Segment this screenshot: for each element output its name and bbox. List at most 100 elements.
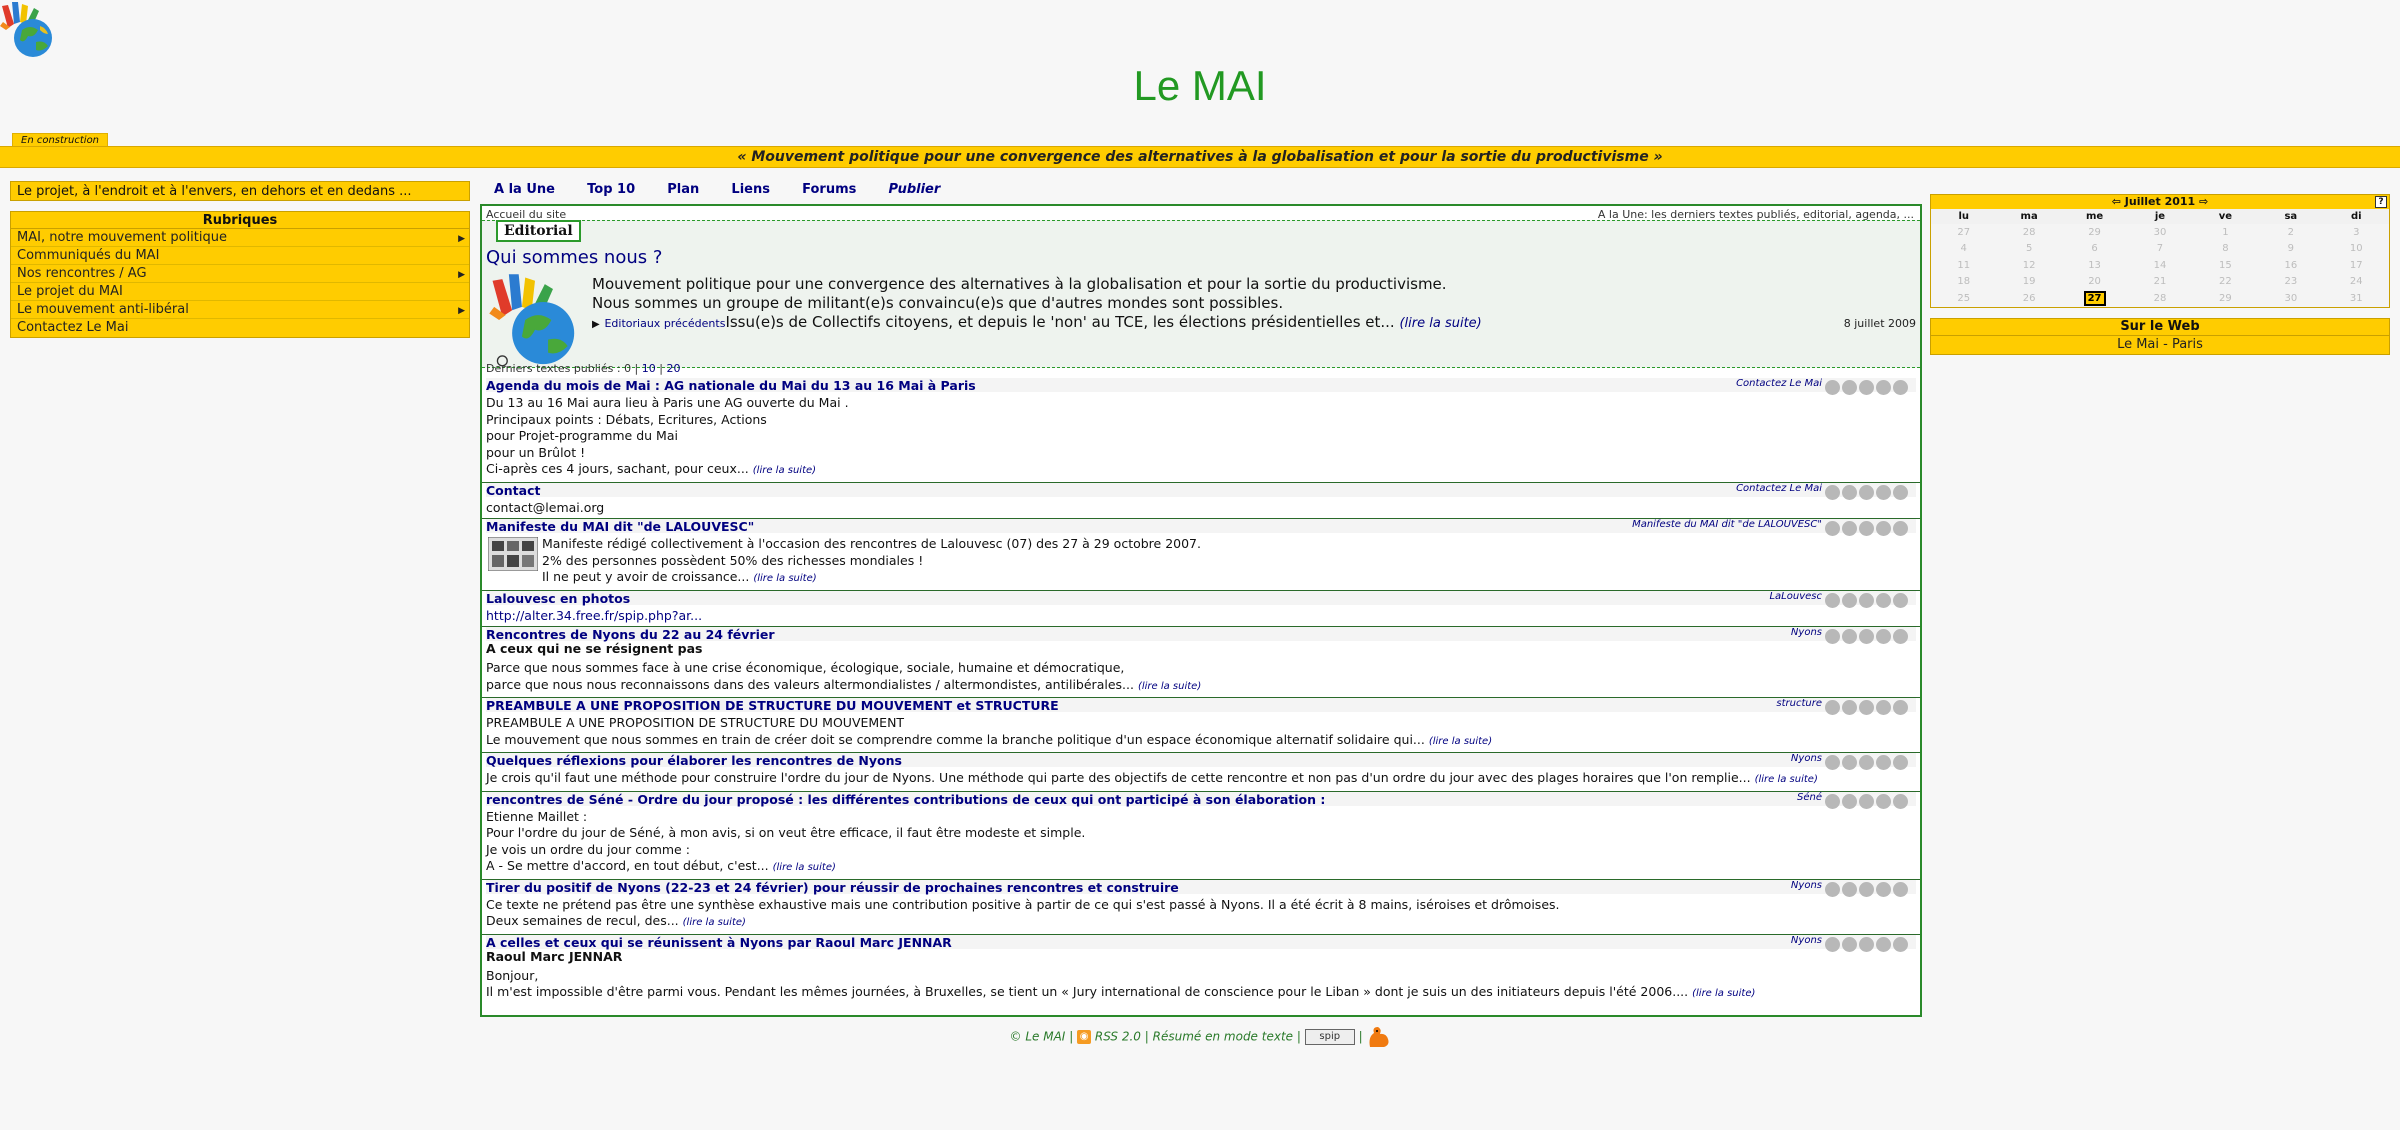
read-more-link[interactable]: (lire la suite) bbox=[1138, 681, 1201, 692]
read-more-link[interactable]: (lire la suite) bbox=[753, 573, 816, 584]
article-rubrique-link[interactable]: Contactez Le Mai bbox=[1736, 378, 1822, 389]
article-title-link[interactable]: Lalouvesc en photos bbox=[486, 591, 630, 606]
nav-a-la-une[interactable]: A la Une bbox=[494, 182, 555, 197]
article-rubrique-link[interactable]: LaLouvesc bbox=[1769, 591, 1822, 602]
help-icon[interactable]: ? bbox=[2375, 196, 2387, 208]
star-icon[interactable] bbox=[1842, 521, 1857, 536]
star-icon[interactable] bbox=[1859, 936, 1874, 952]
article-title-link[interactable]: Quelques réflexions pour élaborer les re… bbox=[486, 753, 902, 768]
star-icon[interactable] bbox=[1842, 700, 1857, 715]
article-title-link[interactable]: Contact bbox=[486, 483, 540, 498]
read-more-link[interactable]: (lire la suite) bbox=[1755, 774, 1818, 785]
rubrique-item-communiques[interactable]: Communiqués du MAI bbox=[11, 247, 469, 265]
article-rubrique-link[interactable]: Manifeste du MAI dit "de LALOUVESC" bbox=[1632, 519, 1822, 530]
footer-resume-link[interactable]: Résumé en mode texte bbox=[1153, 1030, 1293, 1044]
star-icon[interactable] bbox=[1876, 484, 1891, 500]
star-icon[interactable] bbox=[1893, 936, 1908, 952]
nav-top-10[interactable]: Top 10 bbox=[587, 182, 635, 197]
star-icon[interactable] bbox=[1825, 700, 1840, 715]
star-icon[interactable] bbox=[1893, 521, 1908, 536]
star-icon[interactable] bbox=[1842, 629, 1857, 644]
star-icon[interactable] bbox=[1825, 380, 1840, 395]
derniers-10-link[interactable]: 10 bbox=[642, 362, 656, 375]
star-icon[interactable] bbox=[1825, 793, 1840, 809]
editoriaux-precedents-link[interactable]: Editoriaux précédents bbox=[604, 317, 725, 330]
star-icon[interactable] bbox=[1893, 700, 1908, 715]
article-rubrique-link[interactable]: structure bbox=[1776, 698, 1822, 709]
star-icon[interactable] bbox=[1876, 629, 1891, 644]
star-icon[interactable] bbox=[1893, 755, 1908, 770]
rating-stars[interactable] bbox=[1823, 380, 1908, 399]
star-icon[interactable] bbox=[1876, 936, 1891, 952]
rubrique-item-contact[interactable]: Contactez Le Mai bbox=[11, 319, 469, 337]
star-icon[interactable] bbox=[1842, 881, 1857, 897]
star-icon[interactable] bbox=[1876, 881, 1891, 897]
star-icon[interactable] bbox=[1893, 592, 1908, 608]
star-icon[interactable] bbox=[1825, 881, 1840, 897]
nav-forums[interactable]: Forums bbox=[802, 182, 856, 197]
star-icon[interactable] bbox=[1859, 793, 1874, 809]
star-icon[interactable] bbox=[1876, 755, 1891, 770]
nav-plan[interactable]: Plan bbox=[667, 182, 699, 197]
rubrique-item-projet[interactable]: Le projet du MAI bbox=[11, 283, 469, 301]
web-link-le-mai-paris[interactable]: Le Mai - Paris bbox=[1931, 336, 2389, 354]
article-rubrique-link[interactable]: Nyons bbox=[1791, 935, 1822, 946]
projet-link[interactable]: Le projet, à l'endroit et à l'envers, en… bbox=[10, 181, 470, 201]
today-marker[interactable]: 27 bbox=[2083, 291, 2106, 306]
star-icon[interactable] bbox=[1893, 629, 1908, 644]
rubrique-item-rencontres[interactable]: Nos rencontres / AG ▶ bbox=[11, 265, 469, 283]
star-icon[interactable] bbox=[1876, 793, 1891, 809]
arrow-left-icon[interactable]: ⇦ bbox=[2112, 195, 2121, 208]
arrow-right-icon[interactable]: ⇨ bbox=[2199, 195, 2208, 208]
star-icon[interactable] bbox=[1842, 793, 1857, 809]
rating-stars[interactable] bbox=[1823, 793, 1908, 813]
star-icon[interactable] bbox=[1893, 380, 1908, 395]
star-icon[interactable] bbox=[1825, 936, 1840, 952]
article-rubrique-link[interactable]: Nyons bbox=[1791, 627, 1822, 638]
read-more-link[interactable]: (lire la suite) bbox=[683, 917, 746, 928]
editorial-title[interactable]: Qui sommes nous ? bbox=[486, 247, 662, 268]
rating-stars[interactable] bbox=[1823, 521, 1908, 540]
star-icon[interactable] bbox=[1842, 380, 1857, 395]
rating-stars[interactable] bbox=[1823, 881, 1908, 901]
star-icon[interactable] bbox=[1876, 700, 1891, 715]
star-icon[interactable] bbox=[1859, 592, 1874, 608]
article-title-link[interactable]: Tirer du positif de Nyons (22-23 et 24 f… bbox=[486, 880, 1179, 895]
star-icon[interactable] bbox=[1842, 755, 1857, 770]
star-icon[interactable] bbox=[1859, 700, 1874, 715]
star-icon[interactable] bbox=[1842, 592, 1857, 608]
article-rubrique-link[interactable]: Contactez Le Mai bbox=[1736, 483, 1822, 494]
star-icon[interactable] bbox=[1859, 755, 1874, 770]
article-title-link[interactable]: A celles et ceux qui se réunissent à Nyo… bbox=[486, 935, 952, 950]
star-icon[interactable] bbox=[1859, 629, 1874, 644]
article-rubrique-link[interactable]: Nyons bbox=[1791, 753, 1822, 764]
calendar-today[interactable]: 27 bbox=[2061, 290, 2128, 307]
star-icon[interactable] bbox=[1859, 380, 1874, 395]
rating-stars[interactable] bbox=[1823, 755, 1908, 774]
article-title-link[interactable]: Manifeste du MAI dit "de LALOUVESC" bbox=[486, 519, 754, 534]
rubrique-item-anti-liberal[interactable]: Le mouvement anti-libéral ▶ bbox=[11, 301, 469, 319]
read-more-link[interactable]: (lire la suite) bbox=[753, 465, 816, 476]
star-icon[interactable] bbox=[1859, 881, 1874, 897]
star-icon[interactable] bbox=[1859, 521, 1874, 536]
article-rubrique-link[interactable]: Séné bbox=[1797, 792, 1822, 803]
article-rubrique-link[interactable]: Nyons bbox=[1791, 880, 1822, 891]
star-icon[interactable] bbox=[1825, 755, 1840, 770]
star-icon[interactable] bbox=[1825, 521, 1840, 536]
derniers-20-link[interactable]: 20 bbox=[666, 362, 680, 375]
star-icon[interactable] bbox=[1876, 380, 1891, 395]
article-title-link[interactable]: Rencontres de Nyons du 22 au 24 février bbox=[486, 627, 775, 642]
star-icon[interactable] bbox=[1876, 592, 1891, 608]
squirrel-icon[interactable] bbox=[1366, 1025, 1392, 1049]
star-icon[interactable] bbox=[1825, 592, 1840, 608]
star-icon[interactable] bbox=[1842, 936, 1857, 952]
article-title-link[interactable]: rencontres de Séné - Ordre du jour propo… bbox=[486, 792, 1325, 807]
article-url-link[interactable]: http://alter.34.free.fr/spip.php?ar... bbox=[486, 608, 1916, 625]
star-icon[interactable] bbox=[1825, 629, 1840, 644]
star-icon[interactable] bbox=[1893, 484, 1908, 500]
rating-stars[interactable] bbox=[1823, 700, 1908, 719]
editorial-read-more-link[interactable]: (lire la suite) bbox=[1399, 316, 1481, 331]
rating-stars[interactable] bbox=[1823, 629, 1908, 648]
star-icon[interactable] bbox=[1859, 484, 1874, 500]
nav-liens[interactable]: Liens bbox=[731, 182, 770, 197]
